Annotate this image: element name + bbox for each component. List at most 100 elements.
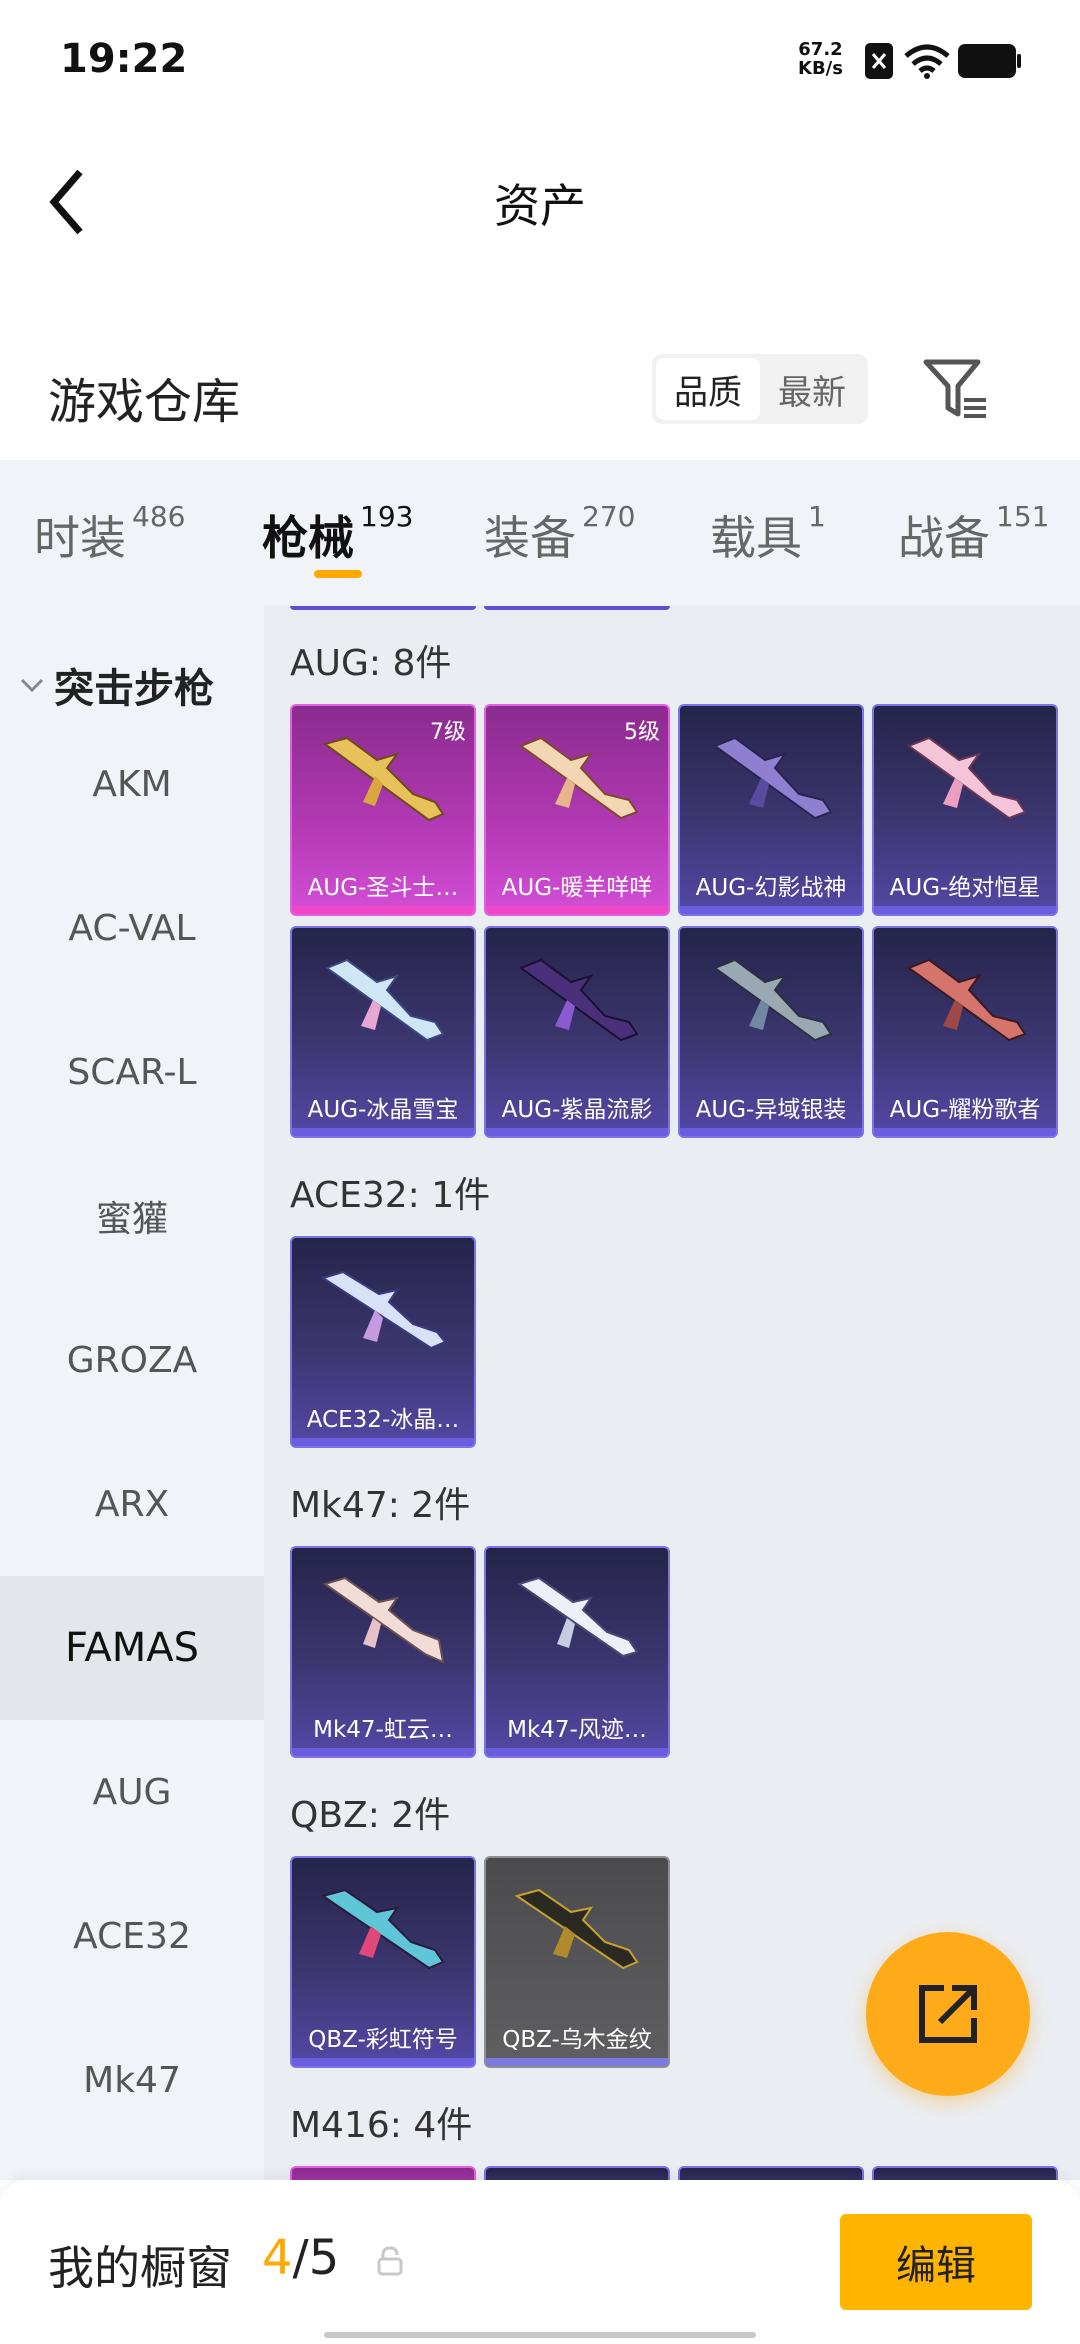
weapon-level: 7级 bbox=[430, 720, 466, 745]
net-speed-value: 67.2 bbox=[798, 39, 843, 60]
weapon-name: AUG-圣斗士… bbox=[307, 875, 459, 901]
quality-bar bbox=[292, 1438, 474, 1446]
rifle-skin-icon bbox=[518, 958, 639, 1042]
tab-label: 时装 bbox=[34, 511, 126, 565]
weapon-card[interactable]: AUG-冰晶雪宝 bbox=[290, 926, 476, 1138]
tab-combat-gear[interactable]: 战备 151 bbox=[898, 500, 1050, 568]
weapon-card[interactable]: 5级 AUG-暖羊咩咩 bbox=[484, 704, 670, 916]
sidebar-item-arx[interactable]: ARX bbox=[0, 1432, 264, 1576]
rifle-skin-icon bbox=[320, 1888, 445, 1970]
group-label-ace32: ACE32: 1件 bbox=[290, 1175, 491, 1216]
tab-count: 193 bbox=[360, 500, 414, 533]
showcase-label: 我的橱窗 bbox=[48, 2241, 232, 2295]
group-label-mk47: Mk47: 2件 bbox=[290, 1485, 471, 1526]
quality-bar bbox=[874, 1128, 1056, 1136]
tab-vehicles[interactable]: 载具 1 bbox=[710, 500, 826, 568]
chevron-down-icon bbox=[20, 678, 44, 693]
sidebar-item-aug[interactable]: AUG bbox=[0, 1720, 264, 1864]
rifle-skin-icon bbox=[906, 736, 1027, 820]
sidebar-item-akm[interactable]: AKM bbox=[0, 712, 264, 856]
warehouse-header: 游戏仓库 品质 最新 bbox=[0, 340, 1080, 460]
weapon-level: 5级 bbox=[624, 720, 660, 745]
tab-count: 1 bbox=[808, 500, 826, 533]
tab-label: 战备 bbox=[898, 511, 990, 565]
weapon-name: AUG-耀粉歌者 bbox=[889, 1097, 1041, 1123]
weapon-card[interactable] bbox=[678, 2166, 864, 2180]
category-tabs: 时装 486 枪械 193 装备 270 载具 1 战备 151 bbox=[0, 460, 1080, 606]
quality-bar bbox=[292, 906, 474, 914]
weapon-card[interactable]: ACE32-冰晶… bbox=[290, 1236, 476, 1448]
sidebar-category-label: 突击步枪 bbox=[54, 666, 214, 712]
showcase-count: 4/5 bbox=[262, 2230, 339, 2286]
weapon-card[interactable]: AUG-耀粉歌者 bbox=[872, 926, 1058, 1138]
net-speed-unit: KB/s bbox=[798, 58, 843, 79]
quality-bar bbox=[292, 1128, 474, 1136]
weapon-card[interactable]: QBZ-彩虹符号 bbox=[290, 1856, 476, 2068]
weapon-sidebar: 突击步枪 AKM AC-VAL SCAR-L 蜜獾 GROZA ARX FAMA… bbox=[0, 606, 264, 2180]
edit-button[interactable]: 编辑 bbox=[840, 2214, 1032, 2310]
sidebar-item-famas[interactable]: FAMAS bbox=[0, 1576, 264, 1720]
weapon-name: AUG-幻影战神 bbox=[695, 875, 847, 901]
showcase-separator: / bbox=[292, 2230, 309, 2286]
weapon-card[interactable]: AUG-紫晶流影 bbox=[484, 926, 670, 1138]
share-button[interactable] bbox=[866, 1932, 1030, 2096]
home-indicator[interactable] bbox=[324, 2332, 756, 2338]
rifle-skin-icon bbox=[516, 1576, 639, 1658]
weapon-name: Mk47-风迹… bbox=[507, 1717, 647, 1743]
sidebar-category-assault-rifle[interactable]: 突击步枪 bbox=[20, 656, 214, 714]
weapon-name: Mk47-虹云… bbox=[313, 1717, 453, 1743]
weapon-card[interactable]: Mk47-风迹… bbox=[484, 1546, 670, 1758]
tab-guns[interactable]: 枪械 193 bbox=[262, 500, 414, 568]
quality-bar bbox=[292, 2058, 474, 2066]
quality-bar bbox=[486, 1748, 668, 1756]
tab-count: 151 bbox=[996, 500, 1050, 533]
group-label-m416: M416: 4件 bbox=[290, 2105, 473, 2146]
quality-bar bbox=[680, 1128, 862, 1136]
sidebar-item-scar-l[interactable]: SCAR-L bbox=[0, 1000, 264, 1144]
sidebar-item-mk47[interactable]: Mk47 bbox=[0, 2008, 264, 2152]
weapon-card[interactable] bbox=[872, 2166, 1058, 2180]
tab-fashion[interactable]: 时装 486 bbox=[34, 500, 185, 568]
rifle-skin-icon bbox=[514, 1888, 639, 1970]
weapon-name: ACE32-冰晶… bbox=[306, 1407, 460, 1433]
sim-blocked-icon bbox=[865, 43, 893, 79]
weapon-name: AUG-绝对恒星 bbox=[889, 875, 1041, 901]
weapon-card[interactable] bbox=[484, 2166, 670, 2180]
weapon-name: QBZ-彩虹符号 bbox=[308, 2027, 458, 2053]
tab-equipment[interactable]: 装备 270 bbox=[484, 500, 636, 568]
status-bar: 19:22 67.2 KB/s bbox=[0, 0, 1080, 120]
sidebar-item-ac-val[interactable]: AC-VAL bbox=[0, 856, 264, 1000]
status-time: 19:22 bbox=[60, 36, 188, 82]
weapon-card[interactable]: AUG-异域银装 bbox=[678, 926, 864, 1138]
sort-newest-option[interactable]: 最新 bbox=[760, 358, 864, 420]
group-label-qbz: QBZ: 2件 bbox=[290, 1795, 451, 1836]
sidebar-item-ace32[interactable]: ACE32 bbox=[0, 1864, 264, 2008]
showcase-current: 4 bbox=[262, 2230, 293, 2286]
sidebar-item-honey-badger[interactable]: 蜜獾 bbox=[0, 1144, 264, 1288]
filter-icon[interactable] bbox=[920, 354, 990, 424]
battery-icon bbox=[958, 44, 1021, 78]
tab-count: 270 bbox=[582, 500, 636, 533]
weapon-name: AUG-紫晶流影 bbox=[501, 1097, 653, 1123]
weapon-card[interactable]: 7级 AUG-圣斗士… bbox=[290, 704, 476, 916]
rifle-skin-icon bbox=[320, 1270, 447, 1350]
active-tab-indicator bbox=[314, 570, 362, 578]
quality-bar bbox=[486, 906, 668, 914]
quality-bar bbox=[486, 1128, 668, 1136]
tab-label: 枪械 bbox=[262, 511, 354, 565]
sidebar-item-groza[interactable]: GROZA bbox=[0, 1288, 264, 1432]
rifle-skin-icon bbox=[712, 958, 833, 1042]
weapon-card[interactable]: QBZ-乌木金纹 bbox=[484, 1856, 670, 2068]
scrolled-card-edge bbox=[290, 606, 476, 610]
weapon-card[interactable]: AUG-绝对恒星 bbox=[872, 704, 1058, 916]
share-external-icon bbox=[919, 1985, 977, 2043]
rifle-skin-icon bbox=[324, 958, 445, 1042]
group-label-aug: AUG: 8件 bbox=[290, 643, 452, 684]
sort-quality-option[interactable]: 品质 bbox=[656, 358, 760, 420]
weapon-card[interactable]: Mk47-虹云… bbox=[290, 1546, 476, 1758]
showcase-total: 5 bbox=[308, 2230, 340, 2286]
network-speed: 67.2 KB/s bbox=[798, 40, 843, 78]
weapon-card[interactable] bbox=[290, 2166, 476, 2180]
quality-bar bbox=[486, 2058, 668, 2066]
weapon-card[interactable]: AUG-幻影战神 bbox=[678, 704, 864, 916]
